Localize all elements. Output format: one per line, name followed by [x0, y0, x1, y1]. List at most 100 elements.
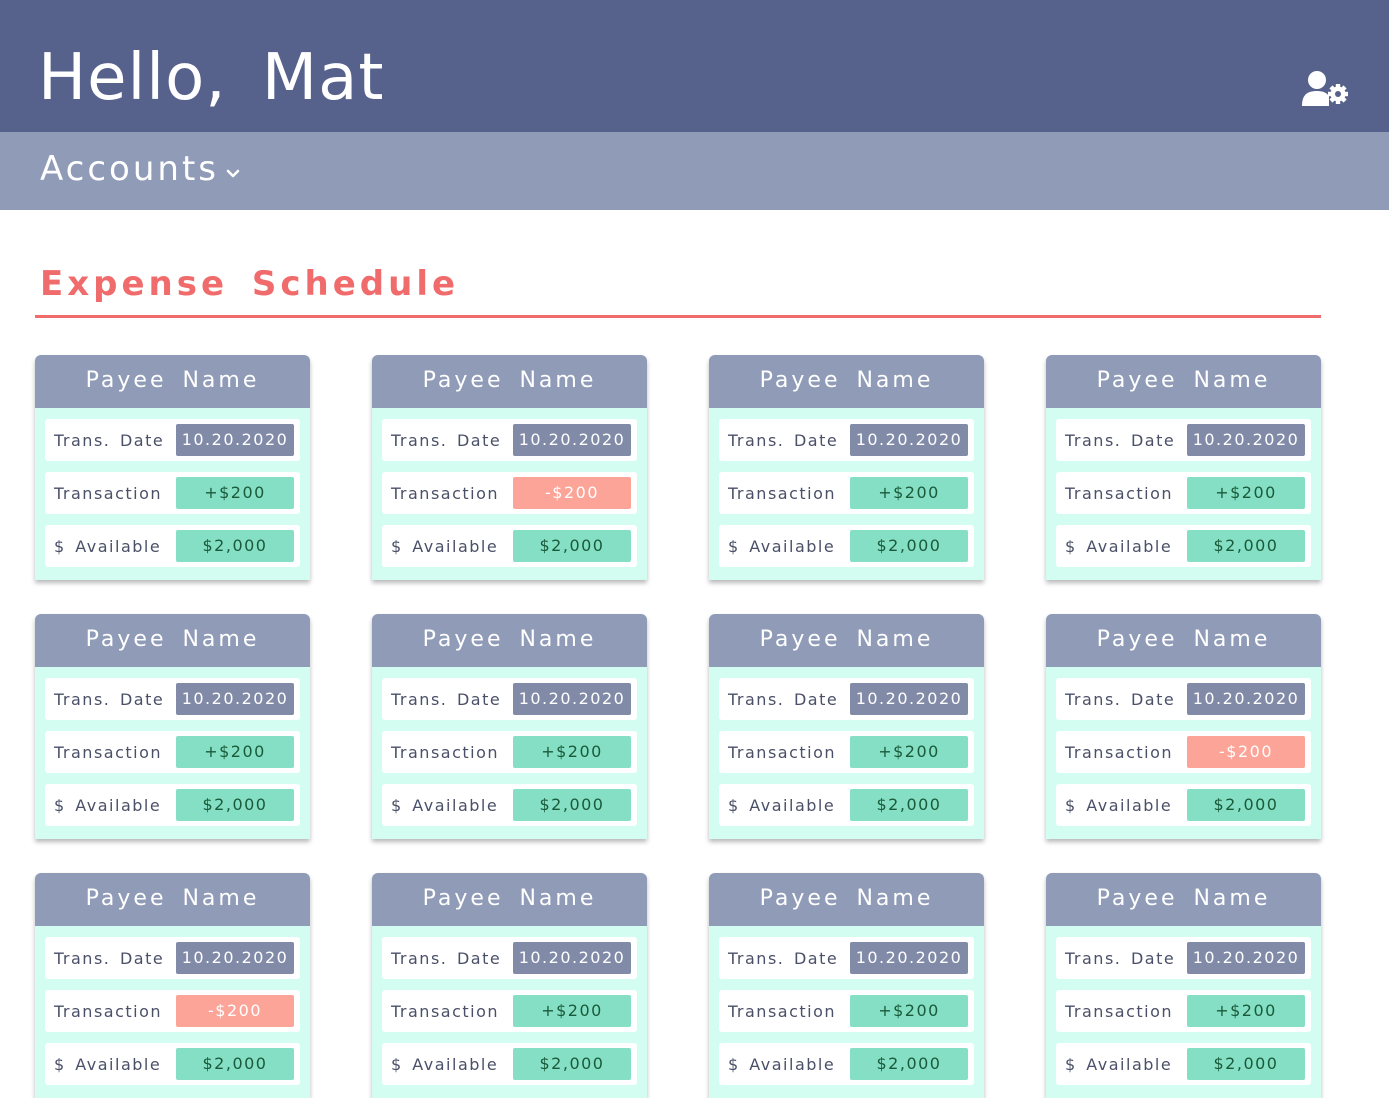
available-label: $ Available [1065, 1054, 1173, 1074]
trans-date-value: 10.20.2020 [1187, 424, 1305, 456]
available-row: $ Available $2,000 [1056, 1043, 1311, 1085]
transaction-label: Transaction [391, 742, 500, 762]
trans-date-value: 10.20.2020 [513, 683, 631, 715]
payee-name: Payee Name [709, 614, 984, 667]
trans-date-value: 10.20.2020 [176, 424, 294, 456]
transaction-row: Transaction -$200 [382, 472, 637, 514]
expense-card[interactable]: Payee Name Trans. Date 10.20.2020 Transacti… [372, 873, 647, 1098]
section-title: Expense Schedule [40, 264, 460, 304]
trans-date-value: 10.20.2020 [513, 424, 631, 456]
transaction-label: Transaction [54, 1001, 163, 1021]
accounts-dropdown[interactable]: Accounts [40, 147, 241, 191]
available-label: $ Available [728, 1054, 836, 1074]
transaction-label: Transaction [1065, 742, 1174, 762]
available-label: $ Available [391, 1054, 499, 1074]
trans-date-row: Trans. Date 10.20.2020 [45, 937, 300, 979]
payee-name: Payee Name [35, 614, 310, 667]
payee-name: Payee Name [1046, 355, 1321, 408]
available-row: $ Available $2,000 [1056, 525, 1311, 567]
available-row: $ Available $2,000 [382, 525, 637, 567]
transaction-amount: +$200 [513, 995, 631, 1027]
user-gear-icon [1302, 71, 1348, 106]
trans-date-label: Trans. Date [1065, 689, 1176, 709]
transaction-row: Transaction +$200 [1056, 472, 1311, 514]
trans-date-row: Trans. Date 10.20.2020 [382, 419, 637, 461]
available-row: $ Available $2,000 [45, 784, 300, 826]
available-amount: $2,000 [176, 530, 294, 562]
payee-name: Payee Name [35, 873, 310, 926]
available-amount: $2,000 [1187, 530, 1305, 562]
user-settings-button[interactable] [1302, 70, 1350, 108]
expense-card[interactable]: Payee Name Trans. Date 10.20.2020 Transacti… [372, 355, 647, 580]
transaction-row: Transaction -$200 [1056, 731, 1311, 773]
available-row: $ Available $2,000 [719, 1043, 974, 1085]
expense-card[interactable]: Payee Name Trans. Date 10.20.2020 Transacti… [709, 614, 984, 839]
payee-name: Payee Name [1046, 614, 1321, 667]
transaction-row: Transaction +$200 [45, 472, 300, 514]
trans-date-value: 10.20.2020 [850, 683, 968, 715]
available-amount: $2,000 [1187, 789, 1305, 821]
available-amount: $2,000 [176, 789, 294, 821]
trans-date-label: Trans. Date [391, 689, 502, 709]
expense-card[interactable]: Payee Name Trans. Date 10.20.2020 Transacti… [35, 614, 310, 839]
transaction-amount: +$200 [1187, 477, 1305, 509]
trans-date-label: Trans. Date [728, 689, 839, 709]
available-row: $ Available $2,000 [382, 784, 637, 826]
top-header: Hello, Mat [0, 0, 1389, 132]
available-label: $ Available [728, 795, 836, 815]
payee-name: Payee Name [1046, 873, 1321, 926]
transaction-amount: +$200 [176, 477, 294, 509]
expense-card[interactable]: Payee Name Trans. Date 10.20.2020 Transacti… [709, 873, 984, 1098]
transaction-amount: +$200 [513, 736, 631, 768]
available-amount: $2,000 [176, 1048, 294, 1080]
available-label: $ Available [1065, 536, 1173, 556]
trans-date-value: 10.20.2020 [1187, 942, 1305, 974]
available-amount: $2,000 [1187, 1048, 1305, 1080]
expense-card[interactable]: Payee Name Trans. Date 10.20.2020 Transacti… [35, 873, 310, 1098]
transaction-label: Transaction [391, 483, 500, 503]
trans-date-label: Trans. Date [391, 948, 502, 968]
available-label: $ Available [728, 536, 836, 556]
transaction-amount: +$200 [850, 736, 968, 768]
trans-date-label: Trans. Date [1065, 430, 1176, 450]
transaction-label: Transaction [728, 1001, 837, 1021]
transaction-amount: -$200 [513, 477, 631, 509]
payee-name: Payee Name [372, 873, 647, 926]
available-label: $ Available [54, 536, 162, 556]
trans-date-row: Trans. Date 10.20.2020 [382, 678, 637, 720]
expense-card-grid: Payee Name Trans. Date 10.20.2020 Transacti… [35, 355, 1321, 1098]
transaction-amount: -$200 [176, 995, 294, 1027]
trans-date-label: Trans. Date [54, 689, 165, 709]
available-amount: $2,000 [513, 530, 631, 562]
trans-date-value: 10.20.2020 [176, 942, 294, 974]
expense-card[interactable]: Payee Name Trans. Date 10.20.2020 Transacti… [1046, 873, 1321, 1098]
transaction-row: Transaction +$200 [719, 990, 974, 1032]
expense-card[interactable]: Payee Name Trans. Date 10.20.2020 Transacti… [1046, 614, 1321, 839]
available-amount: $2,000 [513, 1048, 631, 1080]
expense-card[interactable]: Payee Name Trans. Date 10.20.2020 Transacti… [372, 614, 647, 839]
transaction-label: Transaction [391, 1001, 500, 1021]
trans-date-row: Trans. Date 10.20.2020 [45, 678, 300, 720]
available-amount: $2,000 [850, 530, 968, 562]
available-label: $ Available [54, 1054, 162, 1074]
greeting-title: Hello, Mat [38, 41, 385, 115]
transaction-amount: +$200 [850, 477, 968, 509]
transaction-amount: +$200 [176, 736, 294, 768]
transaction-label: Transaction [728, 483, 837, 503]
payee-name: Payee Name [372, 614, 647, 667]
expense-card[interactable]: Payee Name Trans. Date 10.20.2020 Transacti… [35, 355, 310, 580]
transaction-label: Transaction [728, 742, 837, 762]
expense-card[interactable]: Payee Name Trans. Date 10.20.2020 Transacti… [709, 355, 984, 580]
trans-date-label: Trans. Date [1065, 948, 1176, 968]
trans-date-label: Trans. Date [391, 430, 502, 450]
expense-card[interactable]: Payee Name Trans. Date 10.20.2020 Transacti… [1046, 355, 1321, 580]
trans-date-row: Trans. Date 10.20.2020 [45, 419, 300, 461]
available-row: $ Available $2,000 [1056, 784, 1311, 826]
trans-date-label: Trans. Date [54, 948, 165, 968]
trans-date-value: 10.20.2020 [850, 424, 968, 456]
transaction-label: Transaction [1065, 483, 1174, 503]
available-row: $ Available $2,000 [719, 525, 974, 567]
section-divider [35, 315, 1321, 318]
trans-date-value: 10.20.2020 [1187, 683, 1305, 715]
payee-name: Payee Name [709, 355, 984, 408]
